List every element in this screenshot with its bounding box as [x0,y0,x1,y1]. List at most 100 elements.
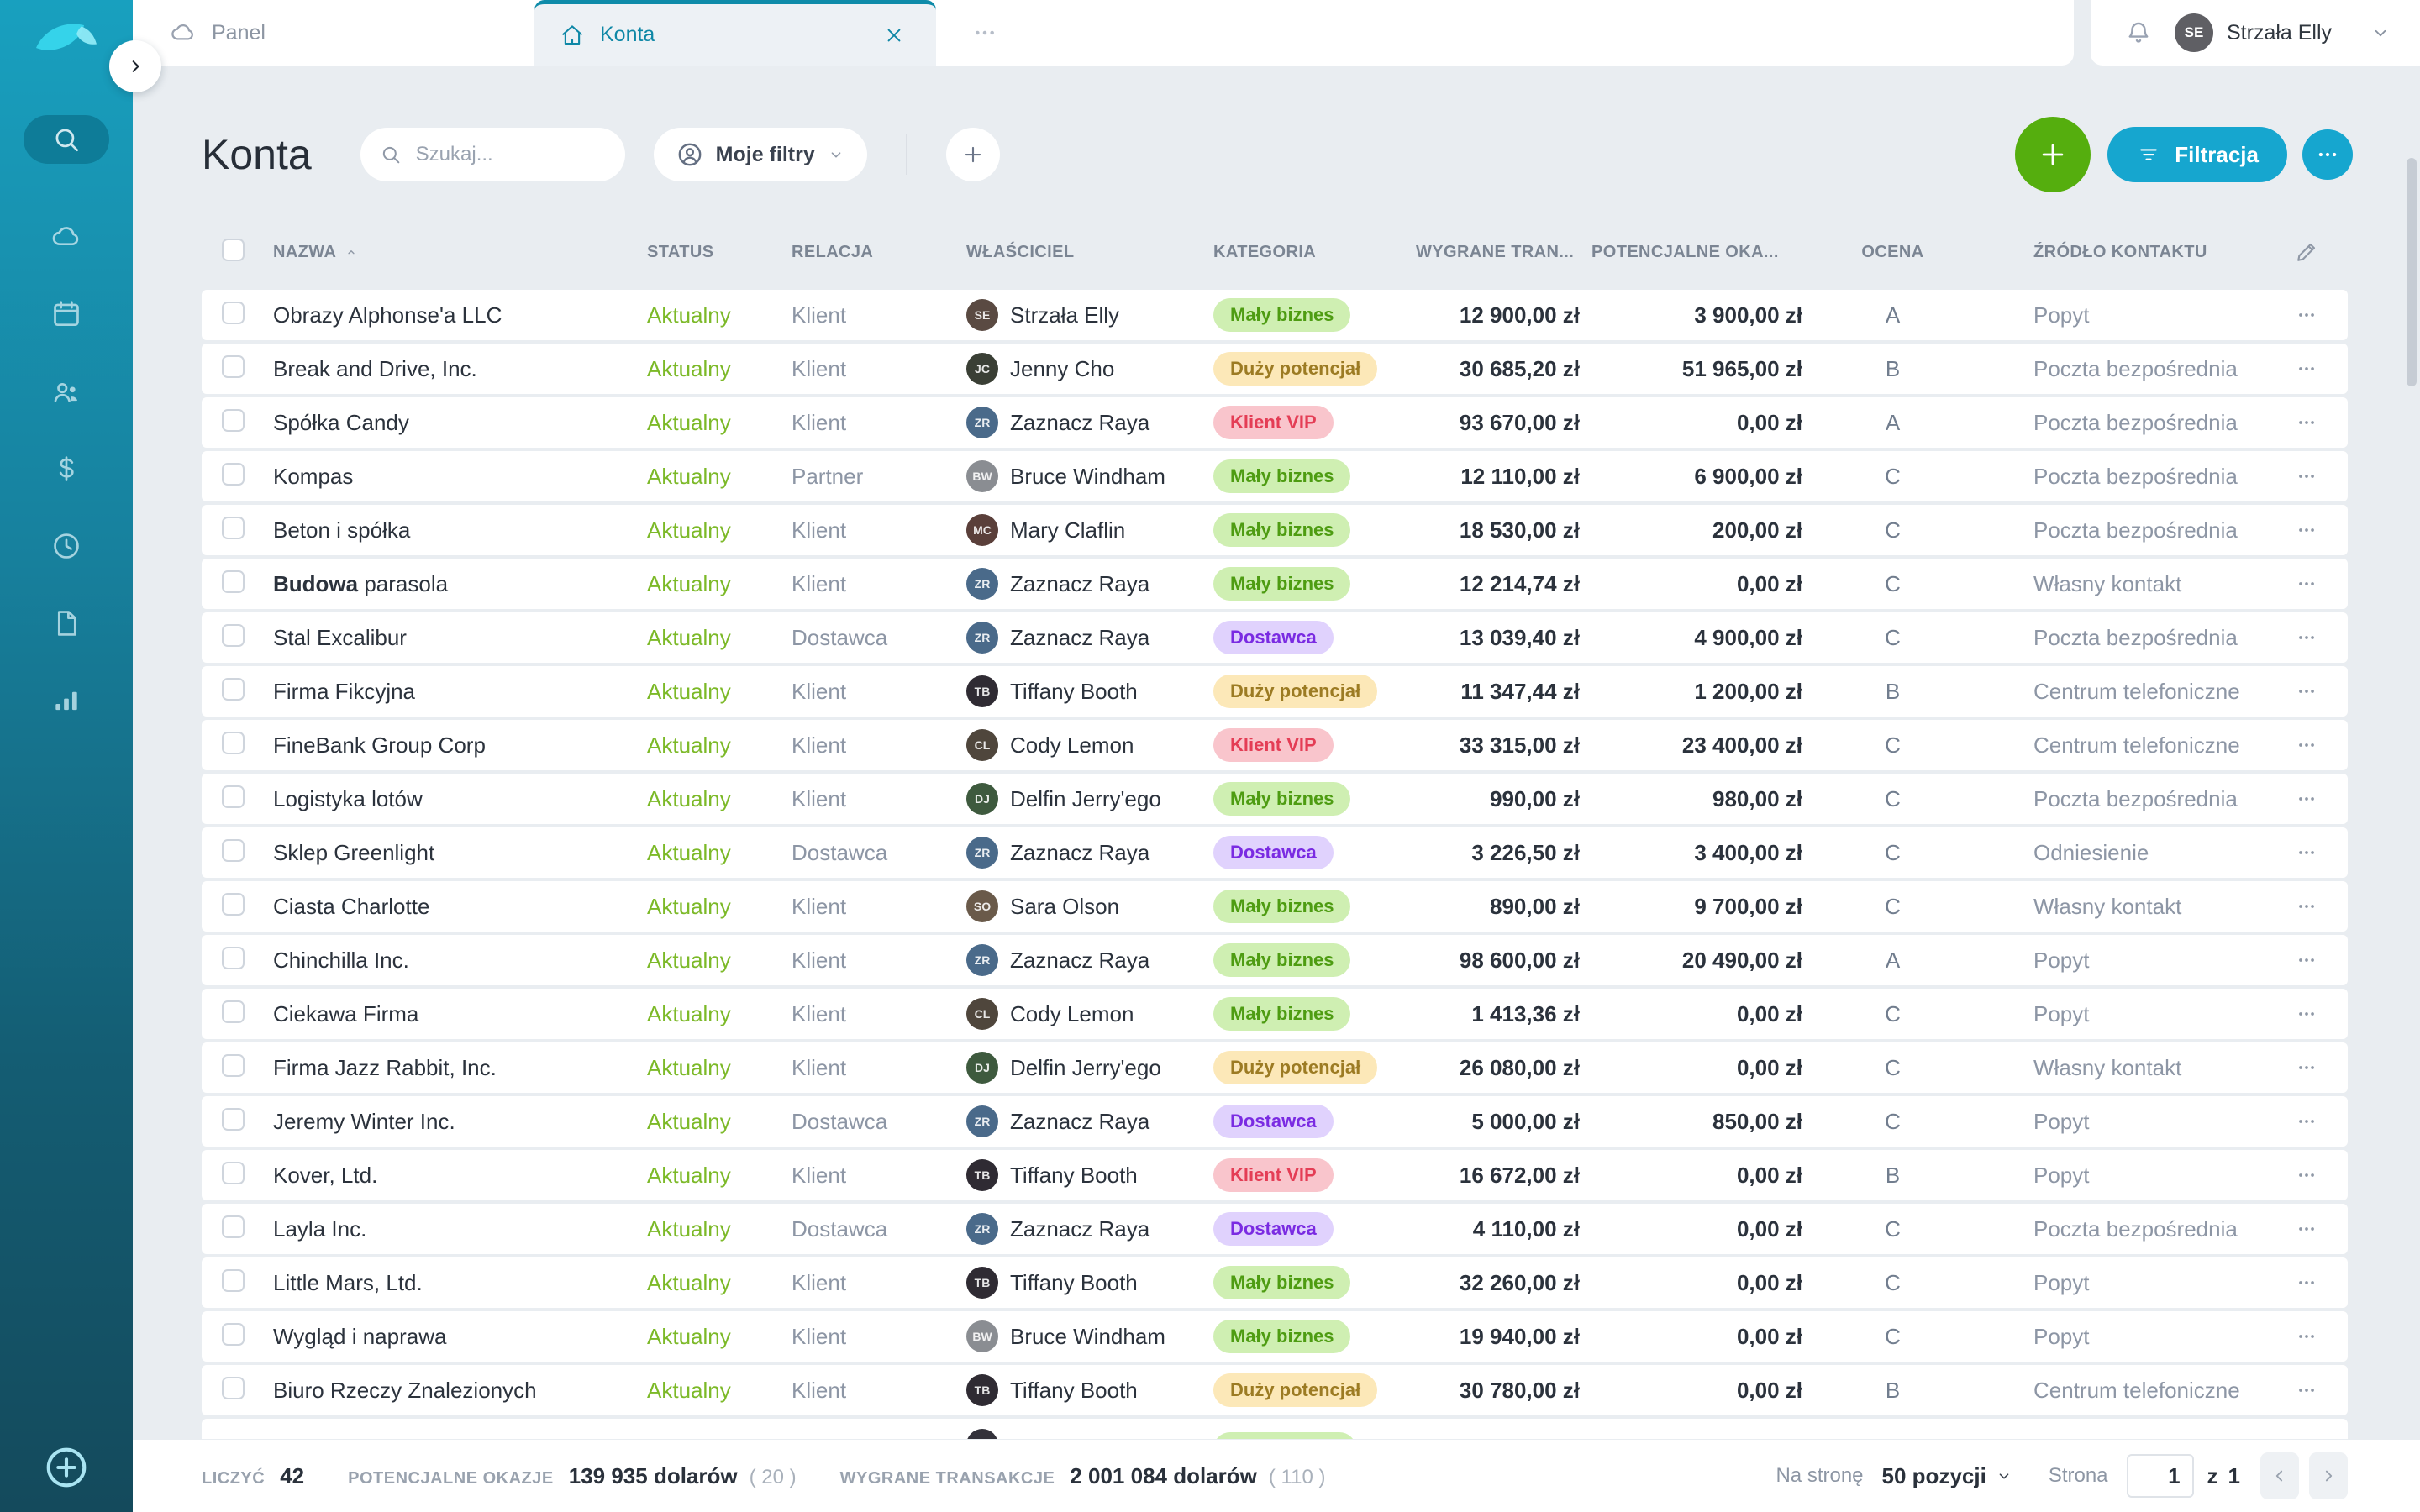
app-logo[interactable] [26,15,107,62]
row-menu-button[interactable] [2291,622,2323,654]
row-menu-button[interactable] [2291,1267,2323,1299]
table-row[interactable]: Logistyka lotówAktualnyKlientDJDelfin Je… [202,774,2348,824]
row-checkbox[interactable] [222,1000,245,1023]
row-menu-button[interactable] [2291,837,2323,869]
table-row[interactable]: Firma Jazz Rabbit, Inc.AktualnyKlientDJD… [202,1042,2348,1093]
account-name[interactable]: Jeremy Winter Inc. [273,1109,639,1135]
row-menu-button[interactable] [2291,783,2323,815]
select-all-checkbox[interactable] [222,239,245,261]
account-name[interactable]: Ciasta Charlotte [273,894,639,920]
row-checkbox[interactable] [222,732,245,754]
row-checkbox[interactable] [222,947,245,969]
close-tab-icon[interactable] [882,24,906,47]
column-header-wlasciciel[interactable]: WŁAŚCICIEL [962,243,1206,262]
table-row[interactable]: Firma FikcyjnaAktualnyKlientTBTiffany Bo… [202,666,2348,717]
row-menu-button[interactable] [2291,998,2323,1030]
column-header-nazwa[interactable]: NAZWA [273,243,639,262]
table-row[interactable]: Ciasta CharlotteAktualnyKlientSOSara Ols… [202,881,2348,932]
sidebar-item-sales[interactable] [0,432,133,509]
row-menu-button[interactable] [2291,407,2323,438]
more-actions-button[interactable] [2302,129,2353,180]
next-page-button[interactable] [2309,1452,2348,1499]
per-page-select[interactable]: 50 pozycji [1877,1462,2018,1490]
row-checkbox[interactable] [222,302,245,324]
table-row[interactable]: Ciekawa FirmaAktualnyKlientCLCody LemonM… [202,989,2348,1039]
table-row[interactable]: KompasAktualnyPartnerBWBruce WindhamMały… [202,451,2348,501]
my-filters-button[interactable]: Moje filtry [654,128,867,181]
table-row[interactable]: FineBank Group CorpAktualnyKlientCLCody … [202,720,2348,770]
row-menu-button[interactable] [2291,568,2323,600]
account-name[interactable]: Break and Drive, Inc. [273,356,639,382]
edit-columns-icon[interactable] [2294,239,2319,265]
row-menu-button[interactable] [2291,890,2323,922]
row-menu-button[interactable] [2291,1159,2323,1191]
row-checkbox[interactable] [222,1162,245,1184]
tab-panel[interactable]: Panel [133,0,534,66]
user-menu-chevron-icon[interactable] [2370,22,2391,44]
row-menu-button[interactable] [2291,460,2323,492]
user-avatar[interactable]: SE [2175,13,2213,52]
row-menu-button[interactable] [2291,1374,2323,1406]
tab-overflow-button[interactable] [971,0,998,66]
row-checkbox[interactable] [222,355,245,378]
table-row[interactable]: Break and Drive, Inc.AktualnyKlientJCJen… [202,344,2348,394]
table-row[interactable]: Jeremy Winter Inc.AktualnyDostawcaZRZazn… [202,1096,2348,1147]
table-row[interactable]: Biuro Rzeczy ZnalezionychAktualnyKlientT… [202,1365,2348,1415]
table-row[interactable]: Budowa parasolaAktualnyKlientZRZaznacz R… [202,559,2348,609]
table-row[interactable]: Obrazy Alphonse'a LLCAktualnyKlientSEStr… [202,290,2348,340]
account-name[interactable]: Biuro Rzeczy Znalezionych [273,1378,639,1404]
account-name[interactable]: Little Mars, Ltd. [273,1270,639,1296]
sidebar-add-button[interactable] [41,1443,92,1494]
row-menu-button[interactable] [2291,1052,2323,1084]
account-name[interactable]: Kompas [273,464,639,490]
sidebar-item-reports[interactable] [0,664,133,741]
sidebar-item-documents[interactable] [0,586,133,664]
row-checkbox[interactable] [222,570,245,593]
row-checkbox[interactable] [222,785,245,808]
account-name[interactable]: Ciekawa Firma [273,1001,639,1027]
account-name[interactable]: Kover, Ltd. [273,1163,639,1189]
table-row[interactable]: Wygląd i naprawaAktualnyKlientBWBruce Wi… [202,1311,2348,1362]
sidebar-item-calendar[interactable] [0,277,133,354]
prev-page-button[interactable] [2260,1452,2299,1499]
account-name[interactable]: Budowa parasola [273,571,639,597]
tab-konta[interactable]: Konta [534,0,936,66]
row-checkbox[interactable] [222,463,245,486]
search-input[interactable] [414,142,594,167]
column-header-zrodlo[interactable]: ŹRÓDŁO KONTAKTU [1983,243,2265,262]
row-menu-button[interactable] [2291,353,2323,385]
table-row[interactable]: Kover, Ltd.AktualnyKlientTBTiffany Booth… [202,1150,2348,1200]
table-row[interactable]: Spółka CandyAktualnyKlientZRZaznacz Raya… [202,397,2348,448]
account-name[interactable]: FineBank Group Corp [273,732,639,759]
row-menu-button[interactable] [2291,1320,2323,1352]
column-header-ocena[interactable]: OCENA [1802,243,1983,262]
account-name[interactable]: Chinchilla Inc. [273,948,639,974]
sidebar-item-cloud[interactable] [0,200,133,277]
table-row[interactable]: Sklep GreenlightAktualnyDostawcaZRZaznac… [202,827,2348,878]
sidebar-item-contacts[interactable] [0,354,133,432]
row-checkbox[interactable] [222,517,245,539]
row-menu-button[interactable] [2291,1105,2323,1137]
scrollbar-thumb[interactable] [2407,158,2417,386]
row-checkbox[interactable] [222,1323,245,1346]
sidebar-item-history[interactable] [0,509,133,586]
row-checkbox[interactable] [222,1215,245,1238]
sidebar-item-search[interactable] [0,101,133,178]
table-row[interactable]: Little Mars, Ltd.AktualnyKlientTBTiffany… [202,1257,2348,1308]
account-name[interactable]: Logistyka lotów [273,786,639,812]
add-view-button[interactable] [946,128,1000,181]
table-row[interactable]: Layla Inc.AktualnyDostawcaZRZaznacz Raya… [202,1204,2348,1254]
row-checkbox[interactable] [222,839,245,862]
row-checkbox[interactable] [222,409,245,432]
account-name[interactable]: Spółka Candy [273,410,639,436]
table-row-partial[interactable] [202,1419,2348,1439]
table-row[interactable]: Chinchilla Inc.AktualnyKlientZRZaznacz R… [202,935,2348,985]
column-header-relacja[interactable]: RELACJA [786,243,962,262]
column-header-status[interactable]: STATUS [639,243,786,262]
row-menu-button[interactable] [2291,944,2323,976]
account-name[interactable]: Sklep Greenlight [273,840,639,866]
account-name[interactable]: Obrazy Alphonse'a LLC [273,302,639,328]
account-name[interactable]: Layla Inc. [273,1216,639,1242]
sidebar-expand-button[interactable] [109,40,161,92]
row-checkbox[interactable] [222,624,245,647]
